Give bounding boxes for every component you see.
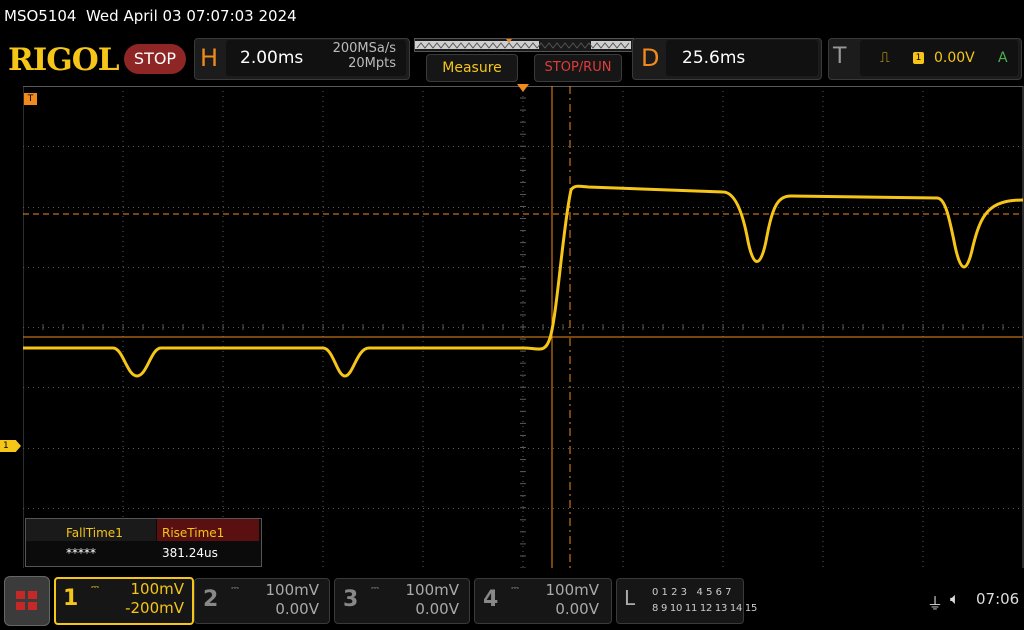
channel-3-number: 3: [343, 587, 359, 612]
trigger-source: 1: [913, 52, 924, 64]
fall-time-value: *****: [66, 546, 96, 560]
channel-4-number: 4: [483, 587, 499, 612]
channel-2-offset: 0.00V: [275, 600, 319, 618]
ch1-offset-marker[interactable]: 1: [0, 440, 21, 452]
logic-channels-row-1: 0 1 2 3 4 5 6 7: [652, 587, 732, 598]
waveform-display[interactable]: [23, 86, 1024, 568]
channel-3-box[interactable]: 3 ⎓ 100mV 0.00V: [334, 578, 470, 624]
clock: 07:06: [976, 590, 1020, 608]
stop-run-button[interactable]: STOP/RUN: [534, 54, 622, 82]
delay-value: 25.6ms: [682, 48, 746, 68]
timebase-value: 2.00ms: [240, 48, 304, 68]
usb-icon: ⏚: [927, 594, 944, 613]
speaker-muted-icon[interactable]: 🔈︎: [950, 589, 960, 609]
logic-analyzer-label: L: [624, 586, 636, 610]
channel-1-offset: -200mV: [125, 599, 184, 617]
main-menu-button[interactable]: [4, 576, 50, 626]
channel-1-box[interactable]: 1 ⎓ 100mV -200mV: [54, 577, 194, 625]
trigger-mode: A: [998, 50, 1008, 66]
rise-time-value: 381.24us: [162, 546, 218, 560]
measure-button[interactable]: Measure: [426, 54, 518, 82]
channel-1-number: 1: [63, 586, 79, 611]
horizontal-label: H: [200, 44, 219, 72]
channel-3-offset: 0.00V: [415, 600, 459, 618]
rise-time-label[interactable]: RiseTime1: [162, 526, 224, 540]
channel-4-offset: 0.00V: [555, 600, 599, 618]
memory-depth: 20Mpts: [348, 56, 396, 71]
channel-3-scale: 100mV: [405, 581, 459, 599]
trigger-position-marker[interactable]: [517, 84, 529, 92]
logic-channels-row-2: 8 9 10 11 12 13 14 15: [652, 603, 758, 614]
run-status-badge[interactable]: STOP: [124, 44, 186, 74]
channel-4-box[interactable]: 4 ⎓ 100mV 0.00V: [474, 578, 612, 624]
channel-2-scale: 100mV: [265, 581, 319, 599]
delay-label: D: [641, 44, 660, 72]
channel-2-box[interactable]: 2 ⎓ 100mV 0.00V: [194, 578, 330, 624]
channel-2-number: 2: [203, 587, 219, 612]
trigger-label: T: [833, 44, 847, 69]
sample-rate: 200MSa/s: [332, 41, 396, 56]
channel-1-scale: 100mV: [130, 580, 184, 598]
memory-map: [414, 38, 634, 52]
rigol-logo: RIGOL: [8, 42, 120, 78]
menu-grid-icon: [16, 591, 37, 610]
fall-time-label[interactable]: FallTime1: [66, 526, 123, 540]
device-title: MSO5104 Wed April 03 07:07:03 2024: [4, 7, 297, 25]
trigger-level-marker[interactable]: T: [24, 93, 37, 105]
logic-analyzer-box[interactable]: [616, 578, 744, 624]
acquisition-info: 200MSa/s 20Mpts: [320, 41, 396, 71]
rising-edge-icon: ⎍: [880, 50, 890, 66]
channel-4-scale: 100mV: [545, 581, 599, 599]
trigger-level: 0.00V: [934, 50, 975, 66]
